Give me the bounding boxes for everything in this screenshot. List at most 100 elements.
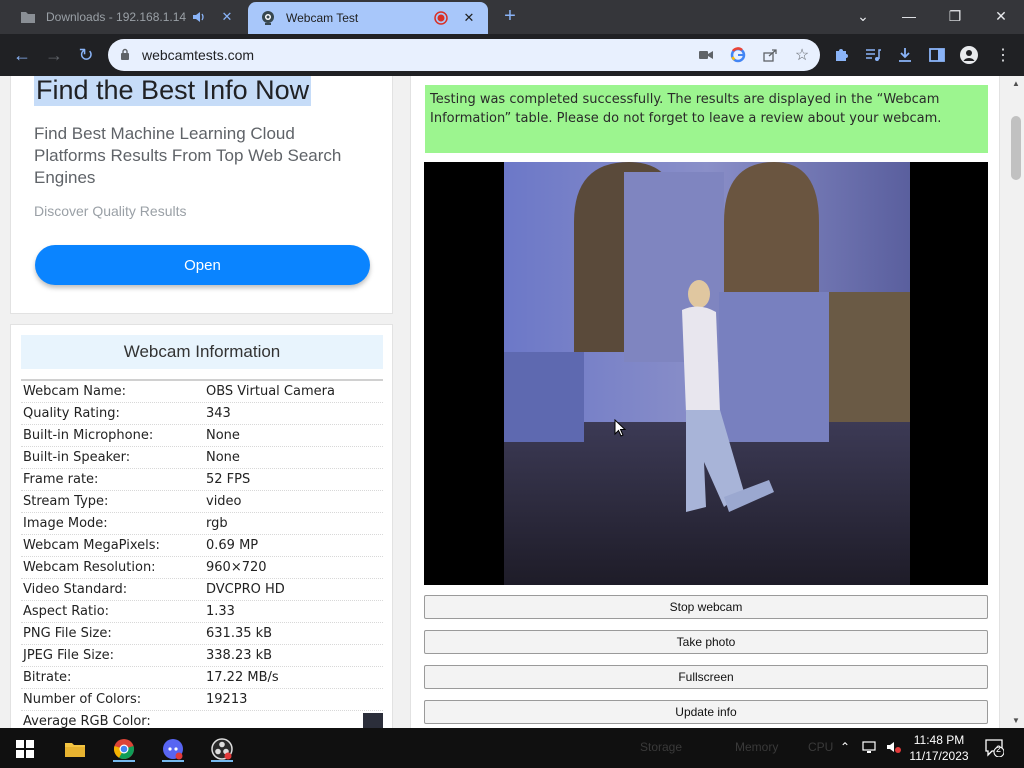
- row-label: Video Standard:: [23, 582, 128, 597]
- webcam-video-preview[interactable]: [424, 162, 988, 585]
- windows-start-icon[interactable]: [12, 736, 38, 762]
- row-label: Stream Type:: [23, 494, 109, 509]
- average-color-swatch: [363, 712, 383, 728]
- row-label: Aspect Ratio:: [23, 604, 110, 619]
- row-value: None: [206, 428, 240, 443]
- success-message: Testing was completed successfully. The …: [425, 85, 988, 153]
- stop-webcam-button[interactable]: Stop webcam: [424, 595, 988, 619]
- webcam-test-panel: Testing was completed successfully. The …: [410, 76, 1000, 728]
- obs-studio-icon[interactable]: [209, 736, 235, 762]
- row-label: Webcam Name:: [23, 384, 126, 399]
- address-bar[interactable]: webcamtests.com ☆: [108, 39, 820, 71]
- table-row: Image Mode: rgb: [21, 513, 383, 535]
- row-label: Number of Colors:: [23, 692, 142, 707]
- ad-description: Find Best Machine Learning Cloud Platfor…: [34, 124, 342, 187]
- table-row: Webcam Name: OBS Virtual Camera: [21, 381, 383, 403]
- video-frame: [504, 162, 910, 585]
- discord-app-icon[interactable]: [160, 736, 186, 762]
- extensions-icon[interactable]: [832, 46, 850, 64]
- webcam-information-table: Webcam Name: OBS Virtual Camera Quality Ra…: [21, 381, 383, 728]
- ad-headline[interactable]: Find the Best Info Now: [34, 76, 312, 106]
- row-value: 0.69 MP: [206, 538, 259, 553]
- row-value: 343: [206, 406, 231, 421]
- chrome-icon[interactable]: [111, 736, 137, 762]
- media-control-icon[interactable]: [864, 46, 882, 64]
- close-window-button[interactable]: ✕: [978, 0, 1024, 32]
- faded-tray-label: Memory: [735, 740, 779, 754]
- table-row: Frame rate: 52 FPS: [21, 469, 383, 491]
- table-row: Built-in Microphone: None: [21, 425, 383, 447]
- volume-muted-icon[interactable]: [886, 740, 902, 757]
- url-text[interactable]: webcamtests.com: [142, 47, 254, 63]
- speaker-icon[interactable]: [190, 8, 208, 26]
- row-label: Frame rate:: [23, 472, 99, 487]
- row-label: Built-in Microphone:: [23, 428, 154, 443]
- reload-icon[interactable]: ↻: [74, 43, 98, 67]
- update-info-button[interactable]: Update info: [424, 700, 988, 724]
- row-value: OBS Virtual Camera: [206, 384, 335, 399]
- share-icon[interactable]: [762, 47, 778, 63]
- taskbar-clock[interactable]: 11:48 PM 11/17/2023: [906, 732, 972, 764]
- mouse-cursor-icon: [614, 419, 626, 437]
- row-label: PNG File Size:: [23, 626, 112, 641]
- webcam-icon: [260, 10, 276, 26]
- tab-close-icon[interactable]: ✕: [460, 9, 478, 27]
- table-row: Quality Rating: 343: [21, 403, 383, 425]
- tab-search-icon[interactable]: ⌄: [840, 0, 886, 32]
- row-value: video: [206, 494, 242, 509]
- side-panel-icon[interactable]: [928, 46, 946, 64]
- webcam-information-card: Webcam Information Webcam Name: OBS Virtu…: [10, 324, 393, 728]
- bookmark-star-icon[interactable]: ☆: [794, 47, 810, 64]
- profile-avatar-icon[interactable]: [960, 46, 978, 64]
- fullscreen-button[interactable]: Fullscreen: [424, 665, 988, 689]
- scroll-down-icon[interactable]: ▼: [1012, 716, 1020, 725]
- tab-downloads[interactable]: Downloads - 192.168.1.14 ✕: [8, 0, 246, 34]
- notifications-icon[interactable]: 2: [984, 737, 1005, 760]
- page-content: Find the Best Info Now Find Best Machine…: [0, 76, 1008, 728]
- row-label: Quality Rating:: [23, 406, 120, 421]
- row-value: 19213: [206, 692, 248, 707]
- camera-icon[interactable]: [698, 47, 714, 63]
- file-explorer-icon[interactable]: [62, 736, 88, 762]
- tab-close-icon[interactable]: ✕: [218, 8, 236, 26]
- restore-button[interactable]: ❐: [932, 0, 978, 32]
- tab-title: Downloads - 192.168.1.14: [46, 10, 187, 24]
- row-label: Image Mode:: [23, 516, 108, 531]
- table-row: Average RGB Color:: [21, 711, 383, 728]
- ad-card: Find the Best Info Now Find Best Machine…: [10, 76, 393, 314]
- folder-icon: [20, 9, 36, 25]
- ad-subtext: Discover Quality Results: [34, 203, 187, 219]
- take-photo-button[interactable]: Take photo: [424, 630, 988, 654]
- ad-open-button[interactable]: Open: [35, 245, 370, 285]
- table-row: Webcam MegaPixels: 0.69 MP: [21, 535, 383, 557]
- row-label: Average RGB Color:: [23, 714, 151, 728]
- taskbar: Storage Memory CPU ⌃ 11:48 PM 11/17/2023…: [0, 728, 1024, 768]
- lock-icon[interactable]: [120, 48, 130, 66]
- google-icon[interactable]: [730, 47, 746, 63]
- new-tab-button[interactable]: +: [500, 6, 520, 26]
- table-row: Built-in Speaker: None: [21, 447, 383, 469]
- row-value: rgb: [206, 516, 228, 531]
- notification-count: 2: [996, 744, 1002, 754]
- row-label: Bitrate:: [23, 670, 72, 685]
- row-label: Built-in Speaker:: [23, 450, 131, 465]
- row-value: 960×720: [206, 560, 267, 575]
- download-icon[interactable]: [896, 46, 914, 64]
- scroll-up-icon[interactable]: ▲: [1012, 79, 1020, 88]
- tray-overflow-icon[interactable]: ⌃: [840, 740, 850, 754]
- table-row: Bitrate: 17.22 MB/s: [21, 667, 383, 689]
- tab-webcam-test[interactable]: Webcam Test ✕: [248, 2, 488, 34]
- row-value: 1.33: [206, 604, 235, 619]
- table-row: Video Standard: DVCPRO HD: [21, 579, 383, 601]
- back-icon[interactable]: ←: [10, 43, 34, 67]
- row-value: None: [206, 450, 240, 465]
- page-scrollbar[interactable]: ▲ ▼: [1008, 76, 1024, 728]
- faded-tray-label: CPU: [808, 740, 834, 754]
- minimize-button[interactable]: —: [886, 0, 932, 32]
- tab-strip: Downloads - 192.168.1.14 ✕ Webcam Test ✕…: [0, 0, 1024, 34]
- network-icon[interactable]: [862, 740, 878, 757]
- forward-icon[interactable]: →: [42, 43, 66, 67]
- menu-kebab-icon[interactable]: ⋮: [994, 46, 1012, 64]
- scrollbar-thumb[interactable]: [1011, 116, 1021, 180]
- table-row: PNG File Size: 631.35 kB: [21, 623, 383, 645]
